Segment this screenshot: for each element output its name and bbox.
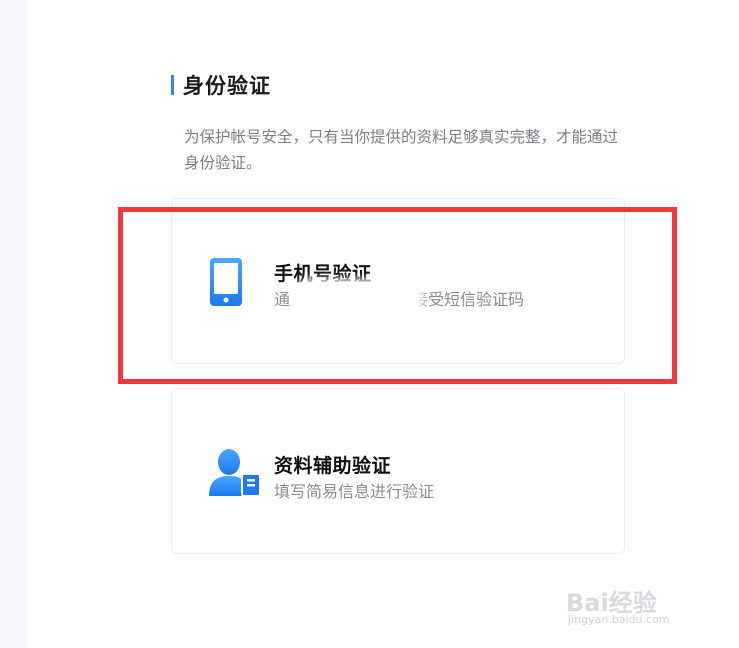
user-card-icon (209, 448, 263, 500)
title-accent-bar (171, 75, 174, 95)
redaction-blur (300, 285, 418, 309)
info-verification-title: 资料辅助验证 (274, 455, 392, 477)
page-header: 身份验证 (171, 70, 271, 100)
phone-verification-title: 手机号验证 (274, 263, 372, 285)
info-verification-card[interactable]: 资料辅助验证 填写简易信息进行验证 (171, 388, 625, 554)
page-title: 身份验证 (183, 74, 271, 98)
subtitle-suffix: 接受短信验证码 (412, 290, 525, 309)
subtitle-prefix: 通 (274, 290, 291, 309)
page-description: 为保护帐号安全，只有当你提供的资料足够真实完整，才能通过身份验证。 (184, 128, 619, 172)
phone-verification-card[interactable]: 手机号验证 通 接受短信验证码 (171, 198, 625, 364)
phone-icon (209, 258, 243, 310)
info-verification-subtitle: 填写简易信息进行验证 (274, 482, 435, 501)
